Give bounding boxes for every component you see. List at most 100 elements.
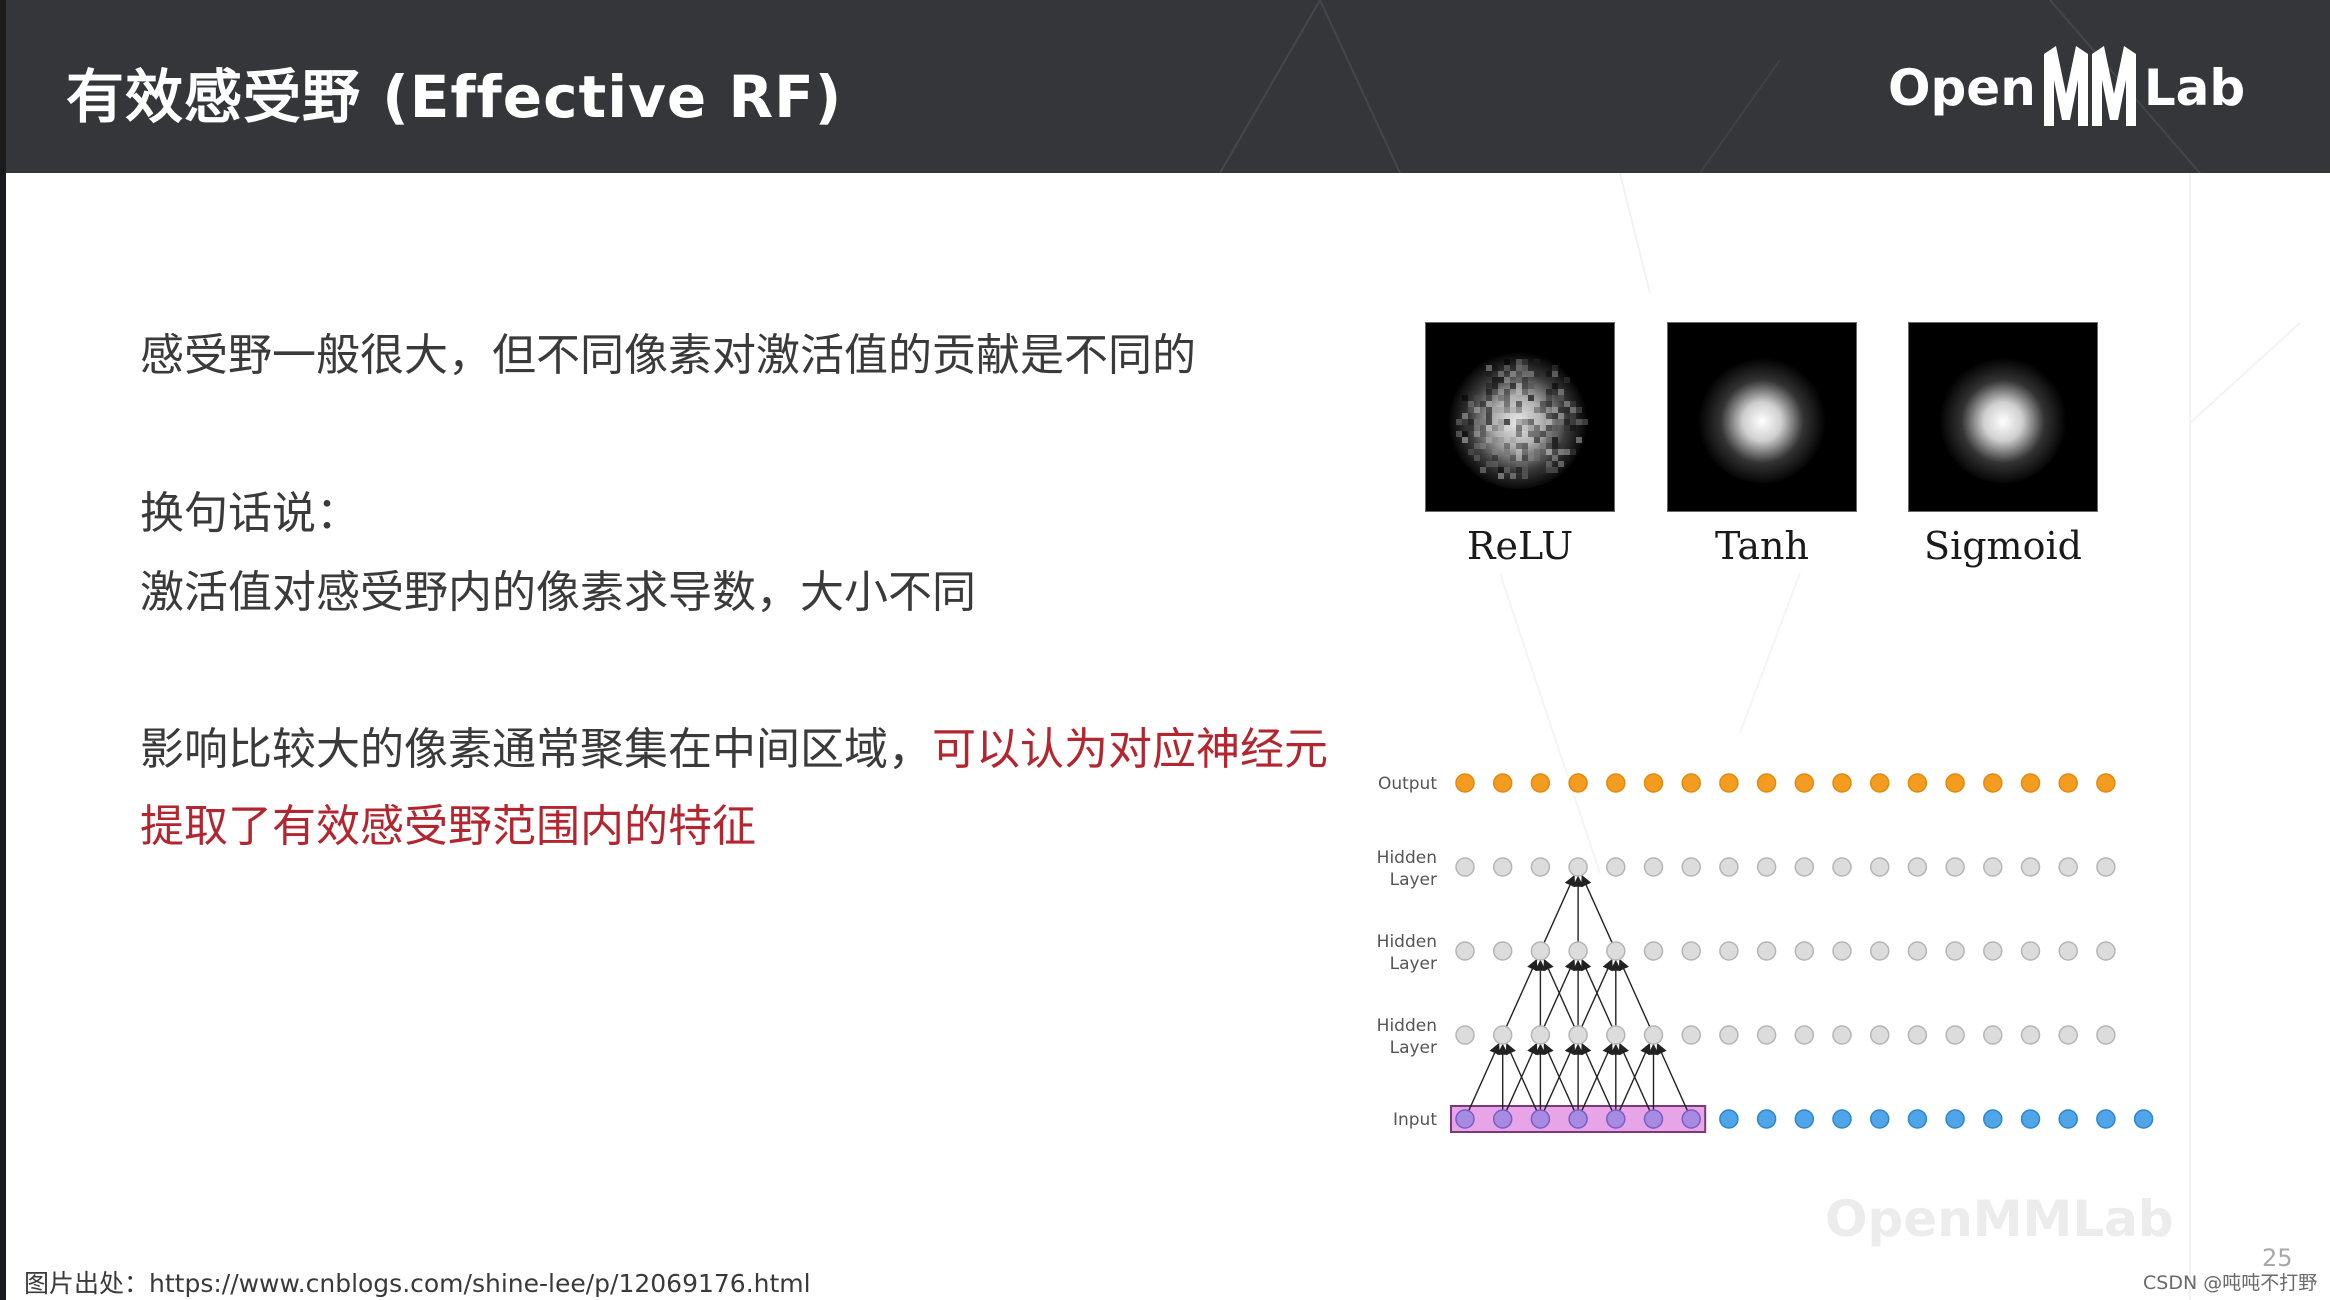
hidden-node [1455,857,1475,877]
hidden-node [1869,857,1890,877]
relu-label: ReLU [1466,524,1574,568]
output-node [1869,773,1890,793]
layer-label-line2: Layer [1390,870,1437,890]
input-node [1983,1109,2003,1129]
input-node [1568,1109,1588,1129]
hidden-node [1681,941,1701,961]
input-node [1492,1109,1513,1129]
hidden-node [1681,857,1701,877]
hidden-node [1455,941,1475,961]
hidden-node [1983,941,2003,961]
hidden-node [2058,857,2078,877]
text-line-2: 换句话说： [140,488,360,539]
hidden-node [1983,1025,2003,1045]
hidden-node [1907,941,1928,961]
hidden-node [1530,941,1551,961]
page-title: 有效感受野 (Effective RF) [66,63,843,131]
hidden-node [1530,1025,1551,1045]
hidden-node [1869,941,1890,961]
output-node [1455,773,1475,793]
input-node [2058,1109,2078,1129]
hidden-node [1756,941,1777,961]
hidden-node [1832,941,1852,961]
output-node [1681,773,1701,793]
text-line-5-red: 提取了有效感受野范围内的特征 [140,801,756,852]
input-node [1945,1109,1965,1129]
hidden-node [1606,857,1626,877]
hidden-node [1681,1025,1701,1045]
input-node [1681,1109,1701,1129]
input-node [1756,1109,1777,1129]
hidden-node [1945,857,1965,877]
layer-label-line1: Hidden [1377,932,1437,952]
output-node [1756,773,1777,793]
hidden-node [1907,1025,1928,1045]
logo-open-text: Open [1888,59,2036,117]
hidden-node [1832,1025,1852,1045]
logo-lab-text: Lab [2143,59,2246,117]
hidden-node [1492,941,1513,961]
text-line-4: 影响比较大的像素通常聚集在中间区域，可以认为对应神经元 [140,728,1328,772]
connection-arrow [1581,874,1613,944]
sigmoid-label: Sigmoid [1924,524,2082,568]
tanh-activation-image [1667,322,1857,512]
hidden-node [2020,857,2041,877]
hidden-node [1907,857,1928,877]
hidden-node [1794,941,1815,961]
hidden-node [1568,857,1588,877]
hidden-node [1643,941,1664,961]
hidden-node [2096,1025,2116,1045]
hidden-node [1455,1025,1475,1045]
connection-arrow [1505,958,1538,1028]
hidden-node [1492,857,1513,877]
hidden-node [1719,857,1739,877]
hidden-node [2020,1025,2041,1045]
input-node [1643,1109,1664,1129]
hidden-node [1983,857,2003,877]
receptive-field-network-diagram: OutputHiddenLayerHiddenLayerHiddenLayerI… [1377,773,2154,1133]
text-line-3: 激活值对感受野内的像素求导数，大小不同 [140,567,976,618]
image-source-caption: 图片出处：https://www.cnblogs.com/shine-lee/p… [24,1269,811,1298]
hidden-node [2058,941,2078,961]
input-node [1455,1109,1475,1129]
hidden-node [1643,857,1664,877]
input-node [2020,1109,2041,1129]
relu-activation-image [1425,322,1615,512]
hidden-node [1794,1025,1815,1045]
hidden-node [1492,1025,1513,1045]
hidden-node [2020,941,2041,961]
layer-label-line2: Layer [1390,954,1437,974]
hidden-node [1756,857,1777,877]
output-node [2096,773,2116,793]
connection-arrow [1543,874,1576,944]
hidden-node [1869,1025,1890,1045]
hidden-node [2058,1025,2078,1045]
output-node [1530,773,1551,793]
text-line-4-black: 影响比较大的像素通常聚集在中间区域， [140,724,932,775]
input-node [1869,1109,1890,1129]
layer-label: Output [1378,774,1437,794]
sigmoid-activation-image [1908,322,2098,512]
layer-label: Input [1393,1110,1437,1130]
output-node [2020,773,2041,793]
hidden-node [1794,857,1815,877]
connection-arrow [1618,958,1651,1028]
output-node [1945,773,1965,793]
output-node [2058,773,2078,793]
input-node [1907,1109,1928,1129]
layer-label-line1: Hidden [1377,1016,1437,1036]
hidden-node [1945,1025,1965,1045]
hidden-node [1606,941,1626,961]
output-node [1643,773,1664,793]
hidden-node [1643,1025,1664,1045]
output-node [1606,773,1626,793]
input-node [2096,1109,2116,1129]
openmmlab-watermark: OpenMMLab [1825,1190,2174,1248]
openmmlab-logo: Open Lab [1888,40,2245,136]
output-node [1832,773,1852,793]
hidden-node [2096,941,2116,961]
hidden-node [2096,857,2116,877]
connection-arrow [1656,1042,1689,1112]
hidden-node [1945,941,1965,961]
output-node [1568,773,1588,793]
